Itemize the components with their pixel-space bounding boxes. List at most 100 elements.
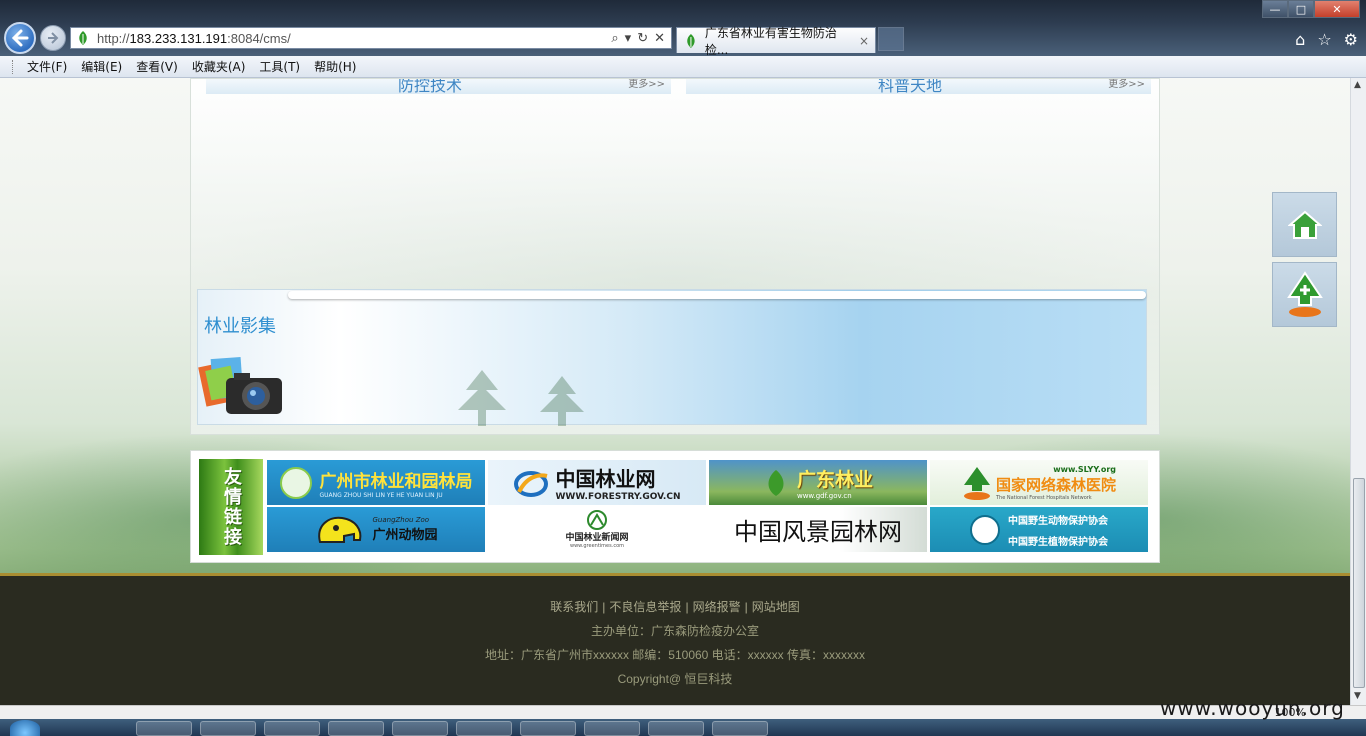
link-title: 中国林业新闻网 [565,533,629,543]
taskbar-item[interactable] [200,721,256,736]
browser-titlebar: http://183.233.131.191:8084/cms/ ⌕ ▾ ↻ ✕… [0,0,1366,57]
footer-address: 地址：广东省广州市xxxxxx 邮编：510060 电话：xxxxxx 传真：x… [484,648,866,662]
friendly-links-text: 友情链接 [221,467,242,547]
taskbar-item[interactable] [712,721,768,736]
footer-link-police[interactable]: 网络报警 [693,600,741,614]
section-title[interactable]: 防控技术 [398,79,462,94]
panda-logo-icon [970,514,1000,545]
link-wildlife-conservation[interactable]: 中国野生动物保护协会 中国野生植物保护协会 [930,507,1148,552]
link-guangdong-forestry[interactable]: 广东林业 www.gdf.gov.cn [709,460,927,505]
forestry-gallery: 林业影集 [197,289,1147,426]
new-tab-button[interactable] [878,27,904,51]
tree-cross-icon [1286,270,1323,317]
gallery-title: 林业影集 [204,316,276,337]
taskbar-item[interactable] [392,721,448,736]
tab-close-icon[interactable]: × [859,34,869,48]
url-rest: :8084/cms/ [227,30,291,46]
gear-icon[interactable]: ⚙ [1344,30,1358,49]
page-footer: 联系我们 | 不良信息举报 | 网络报警 | 网站地图 主办单位：广东森防检疫办公室 地址：… [0,573,1350,705]
menu-favorites[interactable]: 收藏夹(A) [185,58,253,75]
link-title: 国家网络森林医院 [995,475,1116,494]
menu-view[interactable]: 查看(V) [129,58,185,75]
section-header-science: 科普天地 更多>> [686,79,1151,94]
link-title-top: 中国野生动物保护协会 [1008,515,1108,527]
menu-bar: 文件(F) 编辑(E) 查看(V) 收藏夹(A) 工具(T) 帮助(H) [0,56,1366,78]
camera-icon [198,357,282,414]
forward-button[interactable] [40,25,66,51]
taskbar-item[interactable] [648,721,704,736]
footer-links: 联系我们 | 不良信息举报 | 网络报警 | 网站地图 [0,598,1350,615]
float-forest-button[interactable] [1272,262,1337,327]
scroll-up-icon[interactable]: ▲ [1354,80,1361,90]
link-china-forestry-news[interactable]: 中国林业新闻网 www.greentimes.com [488,507,706,552]
stop-icon[interactable]: ✕ [654,30,665,46]
url-prefix: http:// [97,30,130,46]
home-icon [1287,210,1322,239]
star-icon[interactable]: ☆ [1317,30,1331,49]
menu-file[interactable]: 文件(F) [20,58,74,75]
start-button[interactable] [10,720,40,736]
link-china-forestry[interactable]: 中国林业网 WWW.FORESTRY.GOV.CN [488,460,706,505]
tree-silhouette [458,370,584,426]
swoosh-logo-icon [514,470,549,497]
scroll-down-icon[interactable]: ▼ [1354,691,1361,701]
page-viewport: 防控技术 更多>> 科普天地 更多>> 林业影集 友情链接 广州市林业和园林局 … [0,78,1350,705]
link-title-bottom: 中国野生植物保护协会 [1008,536,1108,548]
forestry-logo-icon [279,466,312,499]
link-title: 中国林业网 [555,467,656,491]
menu-tools[interactable]: 工具(T) [252,58,307,75]
elephant-logo-icon [318,516,362,543]
taskbar-item[interactable] [136,721,192,736]
main-content-panel: 防控技术 更多>> 科普天地 更多>> 林业影集 [190,78,1160,435]
tab-active[interactable]: 广东省林业有害生物防治检... × [676,26,876,57]
url-host: 183.233.131.191 [129,30,228,46]
link-guangzhou-zoo[interactable]: GuangZhou Zoo 广州动物园 [267,507,485,552]
footer-link-contact[interactable]: 联系我们 [550,600,598,614]
home-icon[interactable]: ⌂ [1295,30,1305,49]
close-window-button[interactable]: ✕ [1314,0,1360,18]
link-subtitle: GUANG ZHOU SHI LIN YE HE YUAN LIN JU [319,491,443,499]
dropdown-icon[interactable]: ▾ [625,30,632,46]
tab-title: 广东省林业有害生物防治检... [704,25,837,57]
link-title: 中国风景园林网 [734,518,902,546]
more-link[interactable]: 更多>> [628,79,665,90]
back-button[interactable] [4,22,36,54]
maximize-button[interactable]: □ [1288,0,1314,18]
leaf-logo-icon [768,469,784,496]
tree-cross-logo-icon [963,466,990,500]
taskbar-item[interactable] [584,721,640,736]
search-icon[interactable]: ⌕ [611,30,618,46]
more-link[interactable]: 更多>> [1108,79,1145,90]
vertical-scrollbar[interactable]: ▲ ▼ [1350,78,1366,705]
link-subtitle: WWW.FORESTRY.GOV.CN [555,492,681,502]
link-guangzhou-forestry[interactable]: 广州市林业和园林局 GUANG ZHOU SHI LIN YE HE YUAN … [267,460,485,505]
footer-link-report[interactable]: 不良信息举报 [609,600,681,614]
taskbar-item[interactable] [328,721,384,736]
menu-help[interactable]: 帮助(H) [307,58,363,75]
link-subtitle: The National Forest Hospitals Network [995,494,1092,501]
address-bar[interactable]: http://183.233.131.191:8084/cms/ ⌕ ▾ ↻ ✕ [70,27,672,49]
section-title[interactable]: 科普天地 [878,79,942,94]
footer-separator: | [685,600,689,614]
watermark: www.wooyun.org [1160,696,1345,720]
taskbar-item[interactable] [264,721,320,736]
menu-edit[interactable]: 编辑(E) [74,58,129,75]
taskbar [0,719,1366,736]
refresh-icon[interactable]: ↻ [637,30,648,46]
footer-separator: | [602,600,606,614]
link-subtitle: www.gdf.gov.cn [796,492,852,500]
footer-separator: | [744,600,748,614]
float-home-button[interactable] [1272,192,1337,257]
footer-sponsor: 主办单位：广东森防检疫办公室 [590,624,759,638]
taskbar-item[interactable] [456,721,512,736]
menubar-grip [12,59,16,74]
footer-link-sitemap[interactable]: 网站地图 [752,600,800,614]
taskbar-item[interactable] [520,721,576,736]
friendly-links-label: 友情链接 [199,459,263,555]
link-china-landscape[interactable]: 中国风景园林网 [709,507,927,552]
arrow-left-icon [11,29,29,47]
minimize-button[interactable]: — [1262,0,1288,18]
link-forest-hospital[interactable]: www.SLYY.org 国家网络森林医院 The National Fores… [930,460,1148,505]
gallery-scroll-track [288,291,1146,299]
scrollbar-thumb[interactable] [1353,478,1365,688]
